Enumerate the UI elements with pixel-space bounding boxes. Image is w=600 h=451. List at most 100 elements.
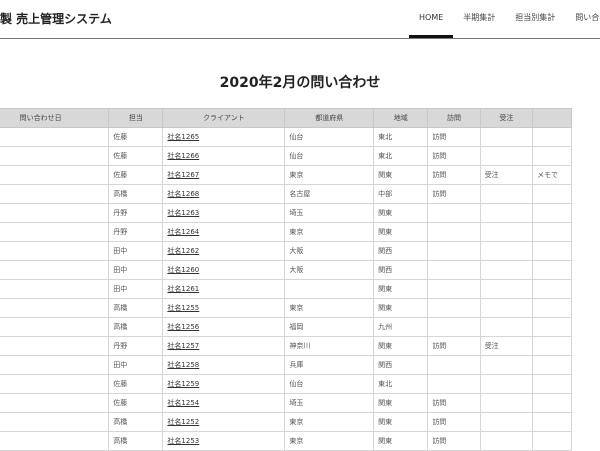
table-row: 4日高橋社名1253 東京関東訪問	[0, 431, 572, 451]
prefecture-cell: 東京	[284, 298, 375, 318]
visit-cell	[427, 355, 481, 375]
page-title: 2020年2月の問い合わせ	[219, 75, 381, 91]
region-cell: 九州	[373, 317, 429, 337]
order-cell	[479, 355, 534, 375]
memo-cell	[532, 374, 572, 394]
prefecture-cell: 大阪	[284, 260, 375, 280]
client-link[interactable]: 社名1265	[167, 133, 199, 141]
client-link[interactable]: 社名1263	[167, 209, 199, 217]
date-cell: 7日	[0, 374, 110, 394]
region-cell: 関西	[373, 241, 429, 261]
date-cell: 10日	[0, 279, 110, 299]
client-cell: 社名1253	[162, 431, 286, 451]
visit-cell: 訪問	[427, 127, 481, 147]
prefecture-cell: 福岡	[284, 317, 375, 337]
region-cell: 関東	[373, 393, 429, 413]
visit-cell	[427, 203, 481, 223]
staff-cell: 田中	[108, 355, 164, 375]
client-cell: 社名1252	[162, 412, 286, 432]
memo-cell	[532, 431, 572, 451]
table-row: 4日高橋社名1252 東京関東訪問	[0, 412, 572, 432]
column-header-prefecture: 都道府県	[284, 108, 375, 128]
client-cell: 社名1263	[162, 203, 286, 223]
table-row: 12日丹野社名1263 埼玉関東	[0, 203, 572, 223]
visit-cell	[427, 260, 481, 280]
nav-half-year-summary[interactable]: 半期集計	[453, 0, 505, 38]
client-link[interactable]: 社名1262	[167, 247, 199, 255]
nav-staff-summary[interactable]: 担当別集計	[505, 0, 565, 38]
prefecture-cell: 埼玉	[284, 203, 375, 223]
region-cell: 関東	[373, 298, 429, 318]
date-cell: 12日	[0, 203, 110, 223]
column-header-date: 問い合わせ日	[0, 108, 110, 128]
memo-cell	[532, 412, 572, 432]
table-row: 15日佐藤社名1267 東京関東訪問受注メモで	[0, 165, 572, 185]
table-header-row: 問い合わせ日 担当 クライアント 都道府県 地域 訪問 受注	[0, 108, 572, 128]
memo-cell	[532, 298, 572, 318]
region-cell: 東北	[373, 127, 429, 147]
visit-cell	[427, 241, 481, 261]
order-cell	[479, 393, 534, 413]
date-cell: 7日	[0, 336, 110, 356]
client-cell: 社名1259	[162, 374, 286, 394]
prefecture-cell: 兵庫	[284, 355, 375, 375]
client-link[interactable]: 社名1260	[167, 266, 199, 274]
client-link[interactable]: 社名1261	[167, 285, 199, 293]
column-header-memo	[532, 108, 572, 128]
region-cell: 中部	[373, 184, 429, 204]
region-cell: 東北	[373, 146, 429, 166]
order-cell	[479, 184, 534, 204]
staff-cell: 佐藤	[108, 165, 164, 185]
memo-cell	[532, 127, 572, 147]
order-cell: 受注	[479, 336, 534, 356]
date-cell: 7日	[0, 298, 110, 318]
visit-cell: 訪問	[427, 184, 481, 204]
region-cell: 関西	[373, 355, 429, 375]
prefecture-cell	[284, 279, 375, 299]
memo-cell	[532, 241, 572, 261]
table-row: 11日田中社名1262 大阪関西	[0, 241, 572, 261]
staff-cell: 高橋	[108, 298, 164, 318]
memo-cell	[532, 393, 572, 413]
visit-cell: 訪問	[427, 146, 481, 166]
visit-cell	[427, 317, 481, 337]
top-header: 製 売上管理システム HOME 半期集計 担当別集計 問い合わせ	[0, 0, 600, 39]
order-cell	[479, 279, 534, 299]
date-cell: 15日	[0, 184, 110, 204]
prefecture-cell: 仙台	[284, 374, 375, 394]
client-link[interactable]: 社名1259	[167, 380, 199, 388]
date-cell: 11日	[0, 241, 110, 261]
client-link[interactable]: 社名1252	[167, 418, 199, 426]
client-cell: 社名1261	[162, 279, 286, 299]
nav-inquiries[interactable]: 問い合わせ	[565, 0, 600, 38]
client-link[interactable]: 社名1267	[167, 171, 199, 179]
client-link[interactable]: 社名1266	[167, 152, 199, 160]
order-cell	[479, 127, 534, 147]
staff-cell: 高橋	[108, 184, 164, 204]
prefecture-cell: 東京	[284, 165, 375, 185]
memo-cell	[532, 184, 572, 204]
date-cell: 10日	[0, 260, 110, 280]
order-cell	[479, 203, 534, 223]
staff-cell: 丹野	[108, 222, 164, 242]
date-cell: 6日	[0, 393, 110, 413]
region-cell: 関東	[373, 203, 429, 223]
client-link[interactable]: 社名1254	[167, 399, 199, 407]
order-cell	[479, 412, 534, 432]
client-link[interactable]: 社名1253	[167, 437, 199, 445]
column-header-visit: 訪問	[427, 108, 481, 128]
memo-cell	[532, 203, 572, 223]
client-link[interactable]: 社名1257	[167, 342, 199, 350]
client-link[interactable]: 社名1264	[167, 228, 199, 236]
client-link[interactable]: 社名1268	[167, 190, 199, 198]
client-link[interactable]: 社名1258	[167, 361, 199, 369]
prefecture-cell: 東京	[284, 412, 375, 432]
order-cell	[479, 260, 534, 280]
region-cell: 関西	[373, 260, 429, 280]
visit-cell: 訪問	[427, 165, 481, 185]
prefecture-cell: 大阪	[284, 241, 375, 261]
client-link[interactable]: 社名1255	[167, 304, 199, 312]
region-cell: 関東	[373, 336, 429, 356]
nav-home[interactable]: HOME	[409, 0, 454, 38]
client-link[interactable]: 社名1256	[167, 323, 199, 331]
